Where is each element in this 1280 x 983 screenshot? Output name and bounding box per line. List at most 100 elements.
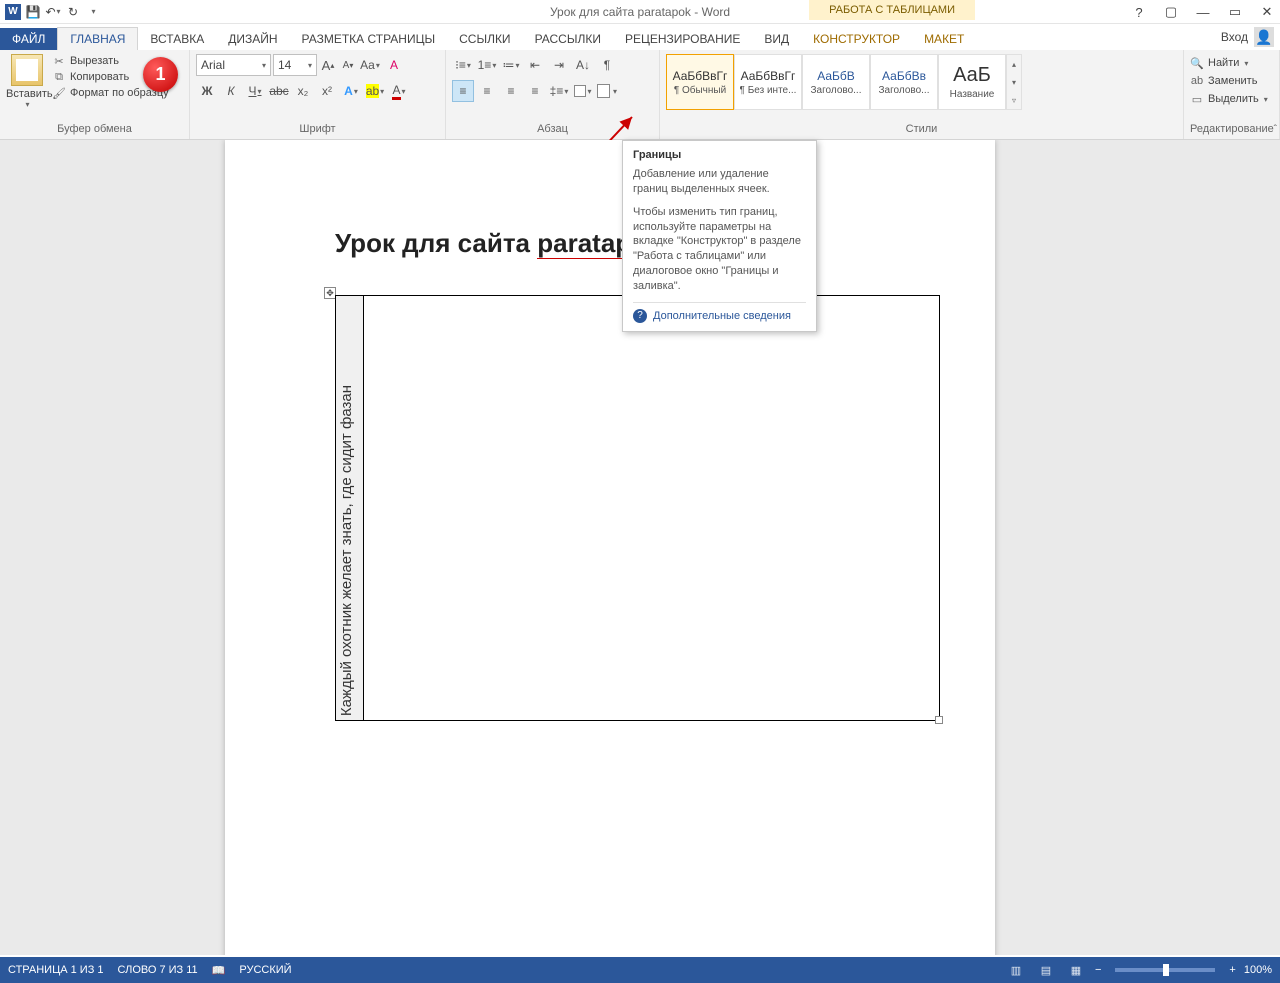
view-web-layout-icon[interactable]: ▦ [1065, 961, 1087, 979]
find-button[interactable]: 🔍Найти▾ [1190, 54, 1273, 72]
style-heading2[interactable]: АаБбВв Заголово... [870, 54, 938, 110]
status-page[interactable]: СТРАНИЦА 1 ИЗ 1 [8, 964, 104, 976]
redo-icon[interactable]: ↻ [64, 3, 82, 21]
shading-button[interactable]: ▾ [572, 80, 594, 102]
tab-insert[interactable]: ВСТАВКА [138, 28, 216, 50]
document-table[interactable]: Каждый охотник желает знать, где сидит ф… [335, 295, 940, 721]
style-normal[interactable]: АаБбВвГг ¶ Обычный [666, 54, 734, 110]
paste-icon [11, 54, 43, 86]
bold-button[interactable]: Ж [196, 80, 218, 102]
group-label-editing: Редактирование [1190, 121, 1273, 139]
title-bar: W 💾 ↶▾ ↻ ▾ Урок для сайта paratapok - Wo… [0, 0, 1280, 24]
strikethrough-button[interactable]: abc [268, 80, 290, 102]
decrease-indent-button[interactable]: ⇤ [524, 54, 546, 76]
vertical-cell-text: Каждый охотник желает знать, где сидит ф… [338, 385, 362, 716]
tab-mailings[interactable]: РАССЫЛКИ [523, 28, 613, 50]
ribbon-display-icon[interactable]: ▢ [1160, 2, 1182, 22]
group-label-paragraph: Абзац [452, 121, 653, 139]
text-effects-button[interactable]: A▾ [340, 80, 362, 102]
table-resize-handle-icon[interactable] [935, 716, 943, 724]
format-painter-icon: 🖌 [52, 86, 66, 100]
status-words[interactable]: СЛОВО 7 ИЗ 11 [118, 964, 198, 976]
tab-references[interactable]: ССЫЛКИ [447, 28, 522, 50]
table-cell-1[interactable]: Каждый охотник желает знать, где сидит ф… [336, 296, 364, 720]
style-heading1[interactable]: АаБбВ Заголово... [802, 54, 870, 110]
maximize-icon[interactable]: ▭ [1224, 2, 1246, 22]
shrink-font-button[interactable]: A▾ [339, 54, 357, 76]
table-tools-context-label: РАБОТА С ТАБЛИЦАМИ [809, 0, 975, 20]
select-icon: ▭ [1190, 92, 1204, 106]
align-center-button[interactable]: ≡ [476, 80, 498, 102]
group-label-styles: Стили [666, 121, 1177, 139]
line-spacing-button[interactable]: ‡≡▾ [548, 80, 570, 102]
minimize-icon[interactable]: — [1192, 2, 1214, 22]
font-color-button[interactable]: A▾ [388, 80, 410, 102]
select-button[interactable]: ▭Выделить▾ [1190, 90, 1273, 108]
align-right-button[interactable]: ≡ [500, 80, 522, 102]
subscript-button[interactable]: x₂ [292, 80, 314, 102]
qat-customize-icon[interactable]: ▾ [84, 3, 102, 21]
view-print-layout-icon[interactable]: ▤ [1035, 961, 1057, 979]
sign-in-link[interactable]: Вход [1221, 30, 1248, 44]
increase-indent-button[interactable]: ⇥ [548, 54, 570, 76]
save-icon[interactable]: 💾 [24, 3, 42, 21]
justify-button[interactable]: ≡ [524, 80, 546, 102]
paste-button[interactable]: Вставить ▾ [6, 54, 48, 109]
document-heading[interactable]: Урок для сайта paratapok [335, 228, 662, 259]
styles-up-icon[interactable]: ▴ [1007, 55, 1021, 73]
styles-down-icon[interactable]: ▾ [1007, 73, 1021, 91]
borders-button[interactable]: ▾ [596, 80, 618, 102]
zoom-level[interactable]: 100% [1244, 964, 1272, 976]
zoom-slider[interactable] [1115, 968, 1215, 972]
align-left-button[interactable]: ≡ [452, 80, 474, 102]
tab-constructor[interactable]: КОНСТРУКТОР [801, 28, 912, 50]
styles-gallery-scroll[interactable]: ▴ ▾ ▿ [1006, 54, 1022, 110]
document-page[interactable]: Урок для сайта paratapok ✥ Каждый охотни… [225, 140, 995, 955]
tab-file[interactable]: ФАЙЛ [0, 28, 57, 50]
zoom-in-button[interactable]: + [1229, 964, 1235, 976]
font-name-combobox[interactable]: Arial▾ [196, 54, 271, 76]
tab-page-layout[interactable]: РАЗМЕТКА СТРАНИЦЫ [290, 28, 448, 50]
undo-icon[interactable]: ↶▾ [44, 3, 62, 21]
tooltip-more-link[interactable]: ? Дополнительные сведения [633, 302, 806, 323]
close-icon[interactable]: ✕ [1256, 2, 1278, 22]
help-circle-icon: ? [633, 309, 647, 323]
bullets-button[interactable]: ⁝≡▾ [452, 54, 474, 76]
styles-more-icon[interactable]: ▿ [1007, 91, 1021, 109]
italic-button[interactable]: К [220, 80, 242, 102]
clear-formatting-button[interactable]: A [383, 54, 405, 76]
find-icon: 🔍 [1190, 56, 1204, 70]
help-icon[interactable]: ? [1128, 2, 1150, 22]
style-title[interactable]: АаБ Название [938, 54, 1006, 110]
tab-design[interactable]: ДИЗАЙН [216, 28, 289, 50]
view-read-mode-icon[interactable]: ▥ [1005, 961, 1027, 979]
numbering-button[interactable]: 1≡▾ [476, 54, 498, 76]
tab-review[interactable]: РЕЦЕНЗИРОВАНИЕ [613, 28, 752, 50]
ribbon: Вставить ▾ ✂Вырезать ⧉Копировать 🖌Формат… [0, 50, 1280, 140]
zoom-out-button[interactable]: − [1095, 964, 1101, 976]
replace-button[interactable]: abЗаменить [1190, 72, 1273, 90]
underline-button[interactable]: Ч▾ [244, 80, 266, 102]
grow-font-button[interactable]: A▴ [319, 54, 337, 76]
window-controls: ? ▢ — ▭ ✕ [1128, 0, 1278, 24]
font-size-combobox[interactable]: 14▾ [273, 54, 317, 76]
highlight-button[interactable]: ab▾ [364, 80, 386, 102]
user-avatar-icon[interactable]: 👤 [1254, 27, 1274, 47]
tab-layout-table[interactable]: МАКЕТ [912, 28, 976, 50]
tooltip-text-1: Добавление или удаление границ выделенны… [633, 167, 806, 197]
status-bar: СТРАНИЦА 1 ИЗ 1 СЛОВО 7 ИЗ 11 📖 РУССКИЙ … [0, 957, 1280, 983]
multilevel-list-button[interactable]: ≔▾ [500, 54, 522, 76]
change-case-button[interactable]: Aa▾ [359, 54, 381, 76]
group-editing: 🔍Найти▾ abЗаменить ▭Выделить▾ Редактиров… [1184, 50, 1280, 139]
status-proofing-icon[interactable]: 📖 [212, 964, 226, 977]
collapse-ribbon-icon[interactable]: ˆ [1274, 124, 1277, 135]
status-language[interactable]: РУССКИЙ [239, 964, 291, 976]
tab-home[interactable]: ГЛАВНАЯ [57, 27, 138, 51]
group-paragraph: ⁝≡▾ 1≡▾ ≔▾ ⇤ ⇥ A↓ ¶ ≡ ≡ ≡ ≡ ‡≡▾ ▾ ▾ Абза… [446, 50, 660, 139]
tab-view[interactable]: ВИД [752, 28, 801, 50]
style-no-spacing[interactable]: АаБбВвГг ¶ Без инте... [734, 54, 802, 110]
superscript-button[interactable]: x² [316, 80, 338, 102]
sort-button[interactable]: A↓ [572, 54, 594, 76]
group-label-font: Шрифт [196, 121, 439, 139]
show-marks-button[interactable]: ¶ [596, 54, 618, 76]
